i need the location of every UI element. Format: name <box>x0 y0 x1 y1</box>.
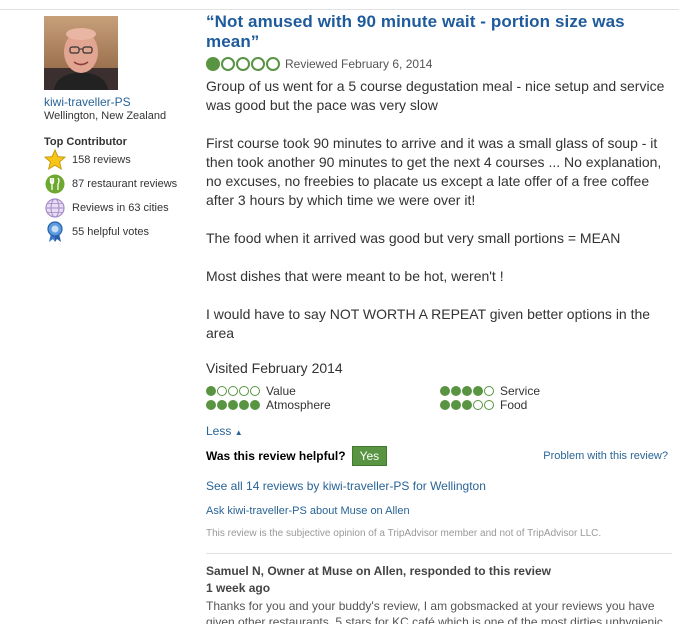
yes-helpful-button[interactable]: Yes <box>351 446 388 466</box>
less-link[interactable]: Less ▲ <box>206 424 672 438</box>
helpful-question: Was this review helpful? <box>206 449 346 463</box>
subratings: Value Service Atmosphere Food <box>206 384 672 418</box>
review-paragraph: First course took 90 minutes to arrive a… <box>206 135 662 208</box>
review-paragraph: I would have to say NOT WORTH A REPEAT g… <box>206 306 651 341</box>
rating-bubble-empty <box>250 386 260 396</box>
rating-bubble-filled <box>206 57 220 71</box>
badge-helpful-votes[interactable]: 55 helpful votes <box>44 220 194 244</box>
rating-bubble-empty <box>221 57 235 71</box>
badge-reviews[interactable]: 158 reviews <box>44 148 194 172</box>
rating-bubble-empty <box>251 57 265 71</box>
member-avatar[interactable] <box>44 16 118 90</box>
rating-bubble-empty <box>266 57 280 71</box>
subrating-label: Atmosphere <box>266 398 331 412</box>
see-all-reviews-link[interactable]: See all 14 reviews by kiwi-traveller-PS … <box>206 479 672 493</box>
subrating-bubbles <box>440 386 494 396</box>
rating-bubble-empty <box>236 57 250 71</box>
subrating-atmosphere: Atmosphere <box>206 398 331 412</box>
review-container: “Not amused with 90 minute wait - portio… <box>206 12 672 624</box>
subrating-bubbles <box>440 400 494 410</box>
owner-response: Samuel N, Owner at Muse on Allen, respon… <box>206 553 672 624</box>
helpful-ribbon-icon <box>44 221 66 243</box>
less-link-label: Less <box>206 424 232 438</box>
rating-bubble-filled <box>440 400 450 410</box>
review-title[interactable]: “Not amused with 90 minute wait - portio… <box>206 12 672 52</box>
rating-bubble-empty <box>473 400 483 410</box>
top-divider <box>0 9 679 10</box>
member-info: kiwi-traveller-PS Wellington, New Zealan… <box>44 16 194 244</box>
badge-cities[interactable]: Reviews in 63 cities <box>44 196 194 220</box>
subrating-service: Service <box>440 384 540 398</box>
subrating-value: Value <box>206 384 296 398</box>
response-body: Thanks for you and your buddy's review, … <box>206 599 663 624</box>
review-disclaimer: This review is the subjective opinion of… <box>206 528 602 539</box>
rating-bubble-filled <box>239 400 249 410</box>
reviewed-date: Reviewed February 6, 2014 <box>285 57 433 71</box>
rating-bubble-filled <box>440 386 450 396</box>
rating-bubble-filled <box>250 400 260 410</box>
response-title: Samuel N, Owner at Muse on Allen, respon… <box>206 564 551 578</box>
rating-bubble-filled <box>462 386 472 396</box>
member-username-link[interactable]: kiwi-traveller-PS <box>44 95 194 109</box>
top-contributor-title: Top Contributor <box>44 136 127 148</box>
rating-bubble-filled <box>206 386 216 396</box>
problem-with-review-link[interactable]: Problem with this review? <box>543 450 668 462</box>
visited-date: Visited February 2014 <box>206 360 343 376</box>
subrating-label: Value <box>266 384 296 398</box>
rating-bubble-filled <box>228 400 238 410</box>
review-paragraph: Most dishes that were meant to be hot, w… <box>206 268 504 284</box>
review-rating-bubbles <box>206 57 280 71</box>
review-body: Group of us went for a 5 course degustat… <box>206 77 672 343</box>
rating-bubble-filled <box>473 386 483 396</box>
rating-bubble-empty <box>239 386 249 396</box>
globe-icon <box>44 197 66 219</box>
helpful-row: Was this review helpful? Yes Problem wit… <box>206 446 672 466</box>
subrating-bubbles <box>206 386 260 396</box>
fork-knife-icon <box>44 173 66 195</box>
rating-bubble-filled <box>206 400 216 410</box>
caret-up-icon: ▲ <box>234 428 243 437</box>
badge-reviews-text: 158 reviews <box>72 154 131 166</box>
subrating-food: Food <box>440 398 527 412</box>
badge-helpful-votes-text: 55 helpful votes <box>72 226 150 238</box>
ask-member-link[interactable]: Ask kiwi-traveller-PS about Muse on Alle… <box>206 505 672 517</box>
rating-bubble-filled <box>451 386 461 396</box>
response-date: 1 week ago <box>206 581 271 595</box>
badge-restaurant-reviews[interactable]: 87 restaurant reviews <box>44 172 194 196</box>
badge-restaurant-reviews-text: 87 restaurant reviews <box>72 178 178 190</box>
star-icon <box>44 149 66 171</box>
subrating-bubbles <box>206 400 260 410</box>
review-rating-row: Reviewed February 6, 2014 <box>206 57 672 71</box>
member-location: Wellington, New Zealand <box>44 110 167 122</box>
rating-bubble-filled <box>451 400 461 410</box>
review-paragraph: Group of us went for a 5 course degustat… <box>206 78 665 113</box>
subrating-label: Service <box>500 384 541 398</box>
review-paragraph: The food when it arrived was good but ve… <box>206 230 621 246</box>
rating-bubble-empty <box>217 386 227 396</box>
rating-bubble-empty <box>228 386 238 396</box>
rating-bubble-filled <box>217 400 227 410</box>
rating-bubble-filled <box>462 400 472 410</box>
badge-cities-text: Reviews in 63 cities <box>72 202 169 214</box>
subrating-label: Food <box>500 398 528 412</box>
rating-bubble-empty <box>484 400 494 410</box>
rating-bubble-empty <box>484 386 494 396</box>
